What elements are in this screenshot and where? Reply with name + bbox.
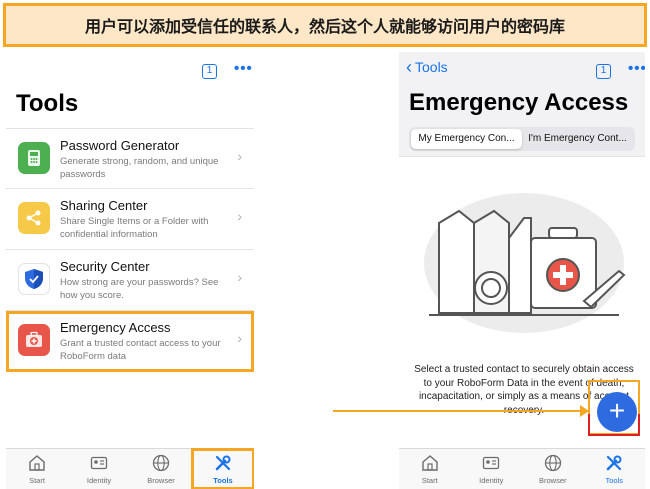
tool-description: Grant a trusted contact access to your R…	[60, 338, 221, 362]
red-highlight-box	[588, 414, 640, 436]
tool-sharing-center[interactable]: Sharing Center Share Single Items or a F…	[6, 189, 254, 250]
more-icon[interactable]: •••	[234, 60, 253, 77]
caption-banner: 用户可以添加受信任的联系人，然后这个人就能够访问用户的密码库	[3, 3, 647, 47]
tab-label: Start	[29, 476, 45, 485]
chevron-left-icon: ‹	[406, 57, 412, 77]
segment-my-emergency-contacts[interactable]: My Emergency Con...	[411, 129, 522, 149]
more-icon[interactable]: •••	[628, 60, 645, 77]
chevron-right-icon: ›	[237, 330, 242, 346]
tools-list: Password Generator Generate strong, rand…	[6, 128, 254, 372]
tab-start[interactable]: Start	[399, 449, 461, 489]
tool-title: Emergency Access	[60, 320, 171, 335]
chevron-right-icon: ›	[237, 269, 242, 285]
tab-label: Start	[421, 476, 438, 485]
tab-label: Tools	[605, 476, 623, 485]
tab-identity[interactable]: Identity	[461, 449, 523, 489]
tab-label: Browser	[147, 476, 175, 485]
navbar: 1 •••	[6, 52, 254, 90]
tool-security-center[interactable]: Security Center How strong are your pass…	[6, 250, 254, 311]
globe-icon	[544, 454, 561, 472]
navbar: ‹ Tools 1 •••	[399, 52, 645, 90]
caption-text: 用户可以添加受信任的联系人，然后这个人就能够访问用户的密码库	[84, 17, 565, 36]
tools-icon	[606, 455, 622, 471]
home-icon	[29, 455, 45, 471]
tab-label: Tools	[213, 476, 233, 485]
home-icon	[422, 455, 438, 471]
tool-title: Security Center	[60, 259, 150, 274]
back-button[interactable]: ‹ Tools	[406, 57, 448, 77]
bottom-tab-bar: Start Identity Browser Tools	[399, 448, 645, 489]
tab-label: Identity	[479, 476, 504, 485]
tool-emergency-access[interactable]: Emergency Access Grant a trusted contact…	[6, 311, 254, 372]
id-card-icon	[90, 456, 108, 470]
page-title: Emergency Access	[409, 89, 629, 116]
tools-screen: 1 ••• Tools Password Generator Generate …	[6, 52, 254, 489]
first-aid-kit-icon	[18, 324, 50, 356]
tab-start[interactable]: Start	[6, 449, 68, 489]
tab-identity[interactable]: Identity	[68, 449, 130, 489]
tool-description: Generate strong, random, and unique pass…	[60, 156, 219, 180]
tab-browser[interactable]: Browser	[522, 449, 584, 489]
chevron-right-icon: ›	[237, 148, 242, 164]
tabs-count-button[interactable]: 1	[596, 64, 611, 79]
segmented-control: My Emergency Con... I'm Emergency Cont..…	[409, 127, 635, 151]
tab-browser[interactable]: Browser	[130, 449, 192, 489]
emergency-kit-illustration	[424, 193, 626, 333]
page-title: Tools	[16, 90, 79, 117]
tool-description: Share Single Items or a Folder with conf…	[60, 216, 209, 240]
chevron-right-icon: ›	[237, 208, 242, 224]
tool-title: Sharing Center	[60, 198, 148, 213]
tool-password-generator[interactable]: Password Generator Generate strong, rand…	[6, 128, 254, 189]
back-label: Tools	[415, 59, 448, 75]
password-generator-icon	[18, 142, 50, 174]
tabs-count-button[interactable]: 1	[202, 64, 217, 79]
tab-tools[interactable]: Tools	[191, 448, 254, 489]
shield-icon	[18, 263, 50, 295]
pointer-arrow-line	[333, 410, 585, 412]
id-card-icon	[483, 456, 500, 470]
tools-icon	[215, 455, 231, 471]
segment-im-emergency-contact[interactable]: I'm Emergency Cont...	[522, 129, 633, 149]
tool-title: Password Generator	[60, 138, 180, 153]
tool-description: How strong are your passwords? See how y…	[60, 277, 219, 301]
tab-tools[interactable]: Tools	[584, 449, 646, 489]
tab-label: Identity	[86, 476, 112, 485]
share-icon	[18, 202, 50, 234]
globe-icon	[152, 454, 170, 472]
tab-label: Browser	[538, 476, 567, 485]
bottom-tab-bar: Start Identity Browser Tools	[6, 448, 254, 489]
